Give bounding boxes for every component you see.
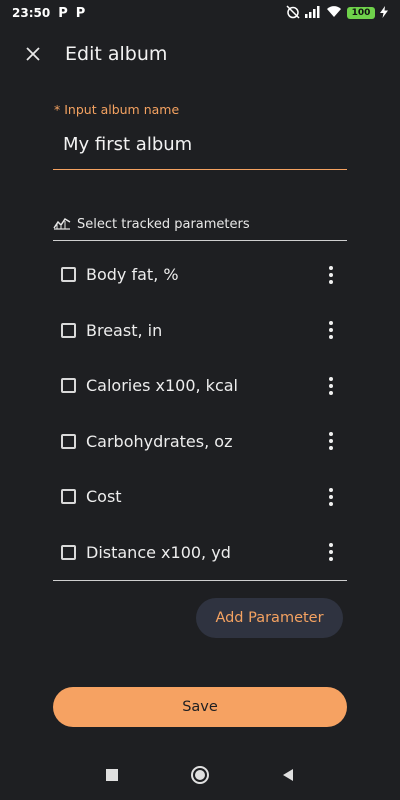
wifi-icon (326, 5, 342, 21)
signal-icon (305, 5, 321, 21)
save-button[interactable]: Save (53, 687, 347, 727)
status-bar: 23:50 P P 100 (0, 0, 400, 26)
close-icon (26, 47, 40, 61)
parameter-checkbox[interactable] (61, 267, 76, 283)
more-options-button[interactable] (323, 540, 339, 564)
parameter-label: Body fat, % (86, 265, 179, 285)
home-button[interactable] (188, 763, 212, 787)
triangle-back-icon (283, 769, 293, 781)
charging-icon (380, 5, 388, 21)
back-button[interactable] (276, 763, 300, 787)
notification-p-icon: P (75, 5, 86, 21)
more-options-button[interactable] (323, 485, 339, 509)
list-item[interactable]: Breast, in (53, 303, 347, 359)
parameter-label: Distance x100, yd (86, 542, 231, 562)
more-options-button[interactable] (323, 263, 339, 287)
alarm-off-icon (286, 4, 300, 22)
recents-button[interactable] (100, 763, 124, 787)
parameter-label: Cost (86, 487, 122, 507)
system-nav-bar (0, 750, 400, 800)
notification-p-icon: P (58, 5, 68, 21)
parameter-list: Body fat, % Breast, in Calories x100, kc… (53, 247, 347, 581)
more-options-button[interactable] (323, 318, 339, 342)
list-item[interactable]: Distance x100, yd (53, 525, 347, 581)
more-options-button[interactable] (323, 429, 339, 453)
list-item[interactable]: Calories x100, kcal (53, 358, 347, 414)
parameter-checkbox[interactable] (61, 378, 76, 394)
parameter-checkbox[interactable] (61, 544, 76, 560)
album-name-input[interactable] (53, 126, 347, 170)
top-app-bar: Edit album (0, 38, 400, 70)
list-item[interactable]: Body fat, % (53, 247, 347, 303)
tracked-params-header: Select tracked parameters (53, 212, 347, 241)
add-parameter-button[interactable]: Add Parameter (196, 598, 343, 638)
battery-icon: 100 (347, 7, 375, 19)
circle-icon (191, 766, 209, 784)
more-vert-icon (329, 376, 333, 381)
list-item[interactable]: Carbohydrates, oz (53, 414, 347, 470)
album-name-label: * Input album name (54, 102, 180, 117)
more-vert-icon (329, 265, 333, 270)
square-icon (106, 769, 118, 781)
more-vert-icon (329, 432, 333, 437)
parameter-checkbox[interactable] (61, 322, 76, 338)
more-vert-icon (329, 543, 333, 548)
parameter-label: Calories x100, kcal (86, 376, 238, 396)
more-vert-icon (329, 487, 333, 492)
parameter-label: Breast, in (86, 320, 163, 340)
parameter-label: Carbohydrates, oz (86, 431, 233, 451)
close-button[interactable] (17, 38, 49, 70)
more-options-button[interactable] (323, 374, 339, 398)
list-item[interactable]: Cost (53, 469, 347, 525)
chart-line-icon (53, 215, 71, 234)
more-vert-icon (329, 321, 333, 326)
parameter-checkbox[interactable] (61, 433, 76, 449)
status-time: 23:50 (12, 6, 51, 20)
page-title: Edit album (65, 43, 168, 65)
parameter-checkbox[interactable] (61, 489, 76, 505)
tracked-params-label: Select tracked parameters (77, 216, 250, 232)
